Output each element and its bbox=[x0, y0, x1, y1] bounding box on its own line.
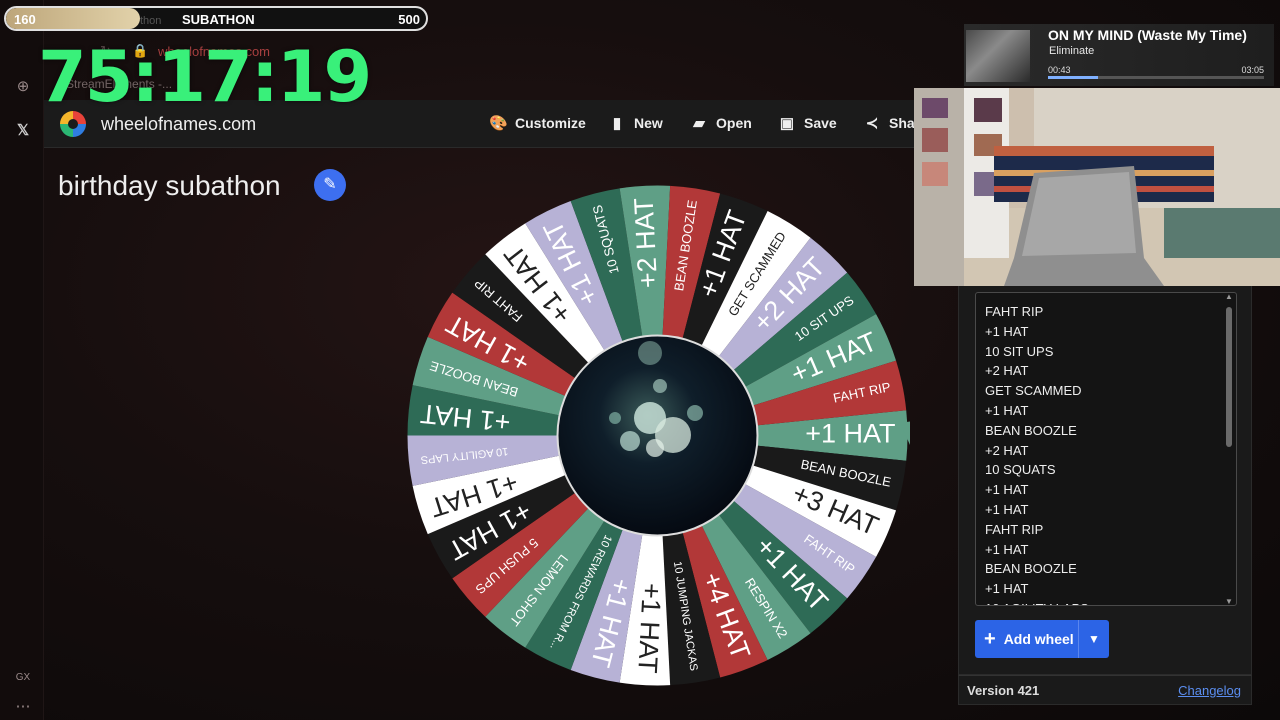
entries-scroll-thumb[interactable] bbox=[1226, 307, 1232, 447]
entry-item[interactable]: +1 HAT bbox=[985, 579, 1089, 599]
changelog-link[interactable]: Changelog bbox=[1178, 683, 1241, 698]
share-button[interactable]: ≺ Sha bbox=[863, 114, 915, 132]
add-wheel-main[interactable]: + Add wheel bbox=[975, 620, 1079, 658]
entry-item[interactable]: +1 HAT bbox=[985, 401, 1089, 421]
subathon-timer: 75:17:19 bbox=[38, 36, 372, 118]
entry-item[interactable]: +1 HAT bbox=[985, 480, 1089, 500]
share-label: Sha bbox=[889, 115, 915, 131]
add-wheel-dropdown-icon[interactable]: ▼ bbox=[1079, 632, 1109, 646]
entry-item[interactable]: +2 HAT bbox=[985, 361, 1089, 381]
scroll-up-icon[interactable]: ▲ bbox=[1225, 293, 1233, 301]
entries-textarea[interactable]: FAHT RIP +1 HAT 10 SIT UPS +2 HAT GET SCAMME… bbox=[975, 292, 1237, 606]
file-icon: ▮ bbox=[612, 115, 622, 132]
entries-list: FAHT RIP +1 HAT 10 SIT UPS +2 HAT GET SCAMME… bbox=[985, 302, 1089, 605]
entry-item[interactable]: BEAN BOOZLE bbox=[985, 559, 1089, 579]
webcam-scene bbox=[914, 88, 1280, 286]
entry-item[interactable]: BEAN BOOZLE bbox=[985, 421, 1089, 441]
folder-open-icon: ▰ bbox=[693, 115, 705, 132]
wheel-title: birthday subathon bbox=[58, 170, 281, 201]
song-time-total: 03:05 bbox=[1241, 65, 1264, 75]
entry-item[interactable]: +2 HAT bbox=[985, 441, 1089, 461]
webcam-feed bbox=[914, 88, 1280, 286]
plus-icon: + bbox=[984, 627, 996, 650]
chatgpt-icon[interactable]: ⊕ bbox=[12, 76, 34, 98]
entry-item[interactable]: FAHT RIP bbox=[985, 520, 1089, 540]
x-icon[interactable]: 𝕏 bbox=[12, 120, 34, 142]
entry-item[interactable]: +1 HAT bbox=[985, 500, 1089, 520]
version-bar: Version 421 Changelog bbox=[958, 675, 1252, 705]
save-icon: ▣ bbox=[779, 115, 795, 132]
entry-item[interactable]: 10 SQUATS bbox=[985, 460, 1089, 480]
open-label: Open bbox=[716, 115, 752, 131]
album-art bbox=[966, 30, 1030, 82]
new-button[interactable]: ▮ New bbox=[608, 114, 663, 132]
entry-item[interactable]: GET SCAMMED bbox=[985, 381, 1089, 401]
customize-button[interactable]: 🎨 Customize bbox=[489, 114, 586, 132]
song-time-elapsed: 00:43 bbox=[1048, 65, 1071, 75]
save-label: Save bbox=[804, 115, 837, 131]
palette-icon: 🎨 bbox=[489, 115, 508, 132]
add-wheel-button[interactable]: + Add wheel ▼ bbox=[975, 620, 1109, 658]
entry-item[interactable]: +1 HAT bbox=[985, 540, 1089, 560]
scroll-down-icon[interactable]: ▼ bbox=[1225, 597, 1233, 605]
add-wheel-label: Add wheel bbox=[1003, 631, 1074, 647]
song-title: ON MY MIND (Waste My Time) bbox=[1048, 27, 1247, 43]
wheel-segment-label: +1 HAT bbox=[805, 419, 895, 449]
subathon-progress-bar: thon 160 SUBATHON 500 bbox=[4, 6, 428, 31]
customize-label: Customize bbox=[515, 115, 586, 131]
edit-title-button[interactable]: ✎ bbox=[314, 169, 346, 201]
subathon-title: SUBATHON bbox=[182, 12, 255, 27]
wheel[interactable]: +1 HATBEAN BOOZLE+3 HATFAHT RIP+1 HATRES… bbox=[405, 183, 910, 688]
wheel-center-image[interactable] bbox=[556, 334, 759, 537]
subathon-ghost-text: thon bbox=[140, 15, 162, 27]
entry-item[interactable]: FAHT RIP bbox=[985, 302, 1089, 322]
pencil-icon: ✎ bbox=[323, 176, 337, 193]
entries-scrollbar[interactable]: ▲ ▼ bbox=[1224, 293, 1234, 605]
entries-panel: FAHT RIP +1 HAT 10 SIT UPS +2 HAT GET SCAMME… bbox=[958, 285, 1252, 675]
entry-item[interactable]: 10 AGILITY LAPS bbox=[985, 599, 1089, 605]
entry-item[interactable]: 10 SIT UPS bbox=[985, 342, 1089, 362]
share-icon: ≺ bbox=[865, 115, 879, 132]
wheel-segment-label: +2 HAT bbox=[629, 197, 664, 289]
song-artist: Eliminate bbox=[1049, 45, 1095, 57]
more-icon[interactable]: ⋯ bbox=[12, 696, 34, 718]
new-label: New bbox=[634, 115, 663, 131]
open-button[interactable]: ▰ Open bbox=[690, 114, 752, 132]
subathon-current-count: 160 bbox=[14, 12, 36, 27]
version-label: Version 421 bbox=[967, 683, 1040, 698]
song-progress-fill bbox=[1048, 76, 1098, 79]
entry-item[interactable]: +1 HAT bbox=[985, 322, 1089, 342]
stream-overlay: ⊕ 𝕏 GX ⋯ ← ↻ 🔒 wheelofnames.com StreamEl… bbox=[0, 0, 1280, 720]
subathon-goal-count: 500 bbox=[398, 12, 420, 27]
save-button[interactable]: ▣ Save bbox=[778, 114, 837, 132]
now-playing-widget: ON MY MIND (Waste My Time) Eliminate 00:… bbox=[964, 24, 1274, 86]
gx-label: GX bbox=[15, 672, 31, 683]
song-progress-track bbox=[1048, 76, 1264, 79]
wheel-segment-label: +1 HAT bbox=[632, 582, 667, 674]
